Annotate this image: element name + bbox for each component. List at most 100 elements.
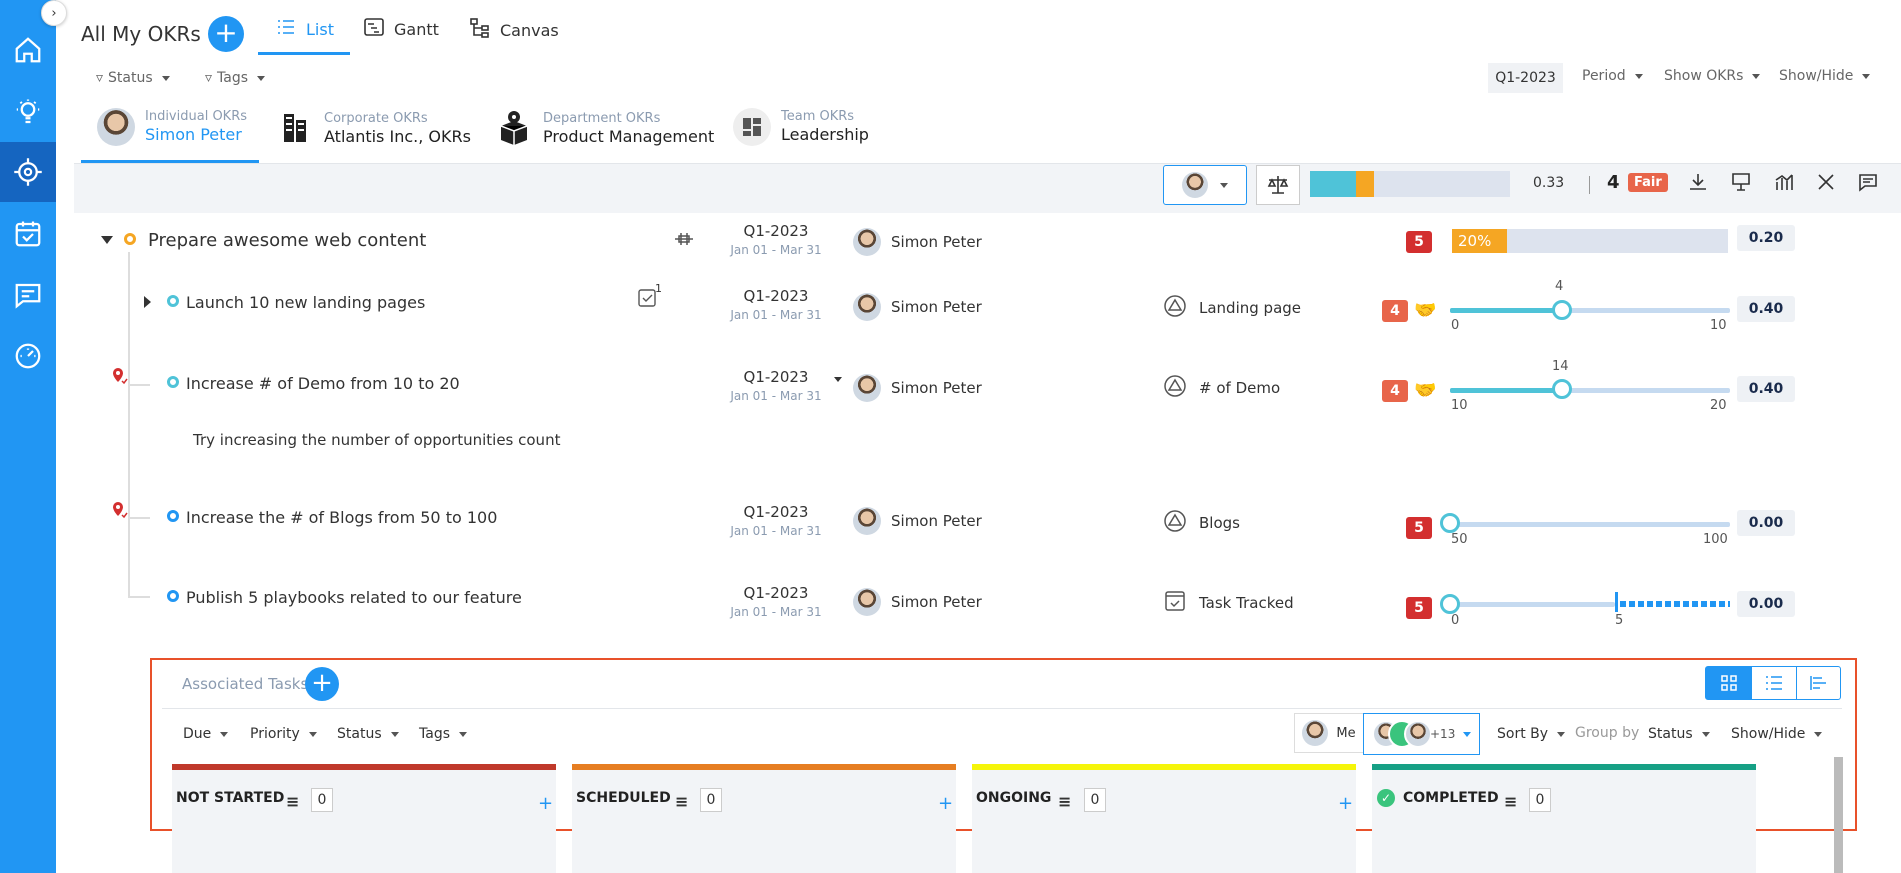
rating-badge: Fair <box>1628 173 1668 192</box>
show-okrs-dropdown[interactable]: Show OKRs <box>1664 68 1761 84</box>
align-icon[interactable] <box>673 228 695 254</box>
add-task-icon[interactable]: + <box>538 793 553 814</box>
sort-icon[interactable]: ≡ <box>286 792 299 811</box>
kr-title[interactable]: Launch 10 new landing pages <box>186 293 425 312</box>
home-icon[interactable] <box>0 20 56 80</box>
period-dropdown[interactable]: Period <box>1582 68 1643 84</box>
kr-title[interactable]: Publish 5 playbooks related to our featu… <box>186 588 522 607</box>
confidence-badge: 5 <box>1406 231 1432 253</box>
kr-title[interactable]: Increase the # of Blogs from 50 to 100 <box>186 508 497 527</box>
chevron-right-icon[interactable]: › <box>41 0 67 26</box>
due-filter[interactable]: Due <box>183 726 229 742</box>
me-filter[interactable]: Me <box>1294 713 1364 753</box>
tree-connector <box>128 252 130 598</box>
tab-canvas[interactable]: Canvas <box>470 18 559 42</box>
collapse-icon[interactable] <box>1816 172 1836 197</box>
chart-icon[interactable] <box>1774 172 1794 197</box>
show-okrs-label: Show OKRs <box>1664 68 1744 84</box>
kr-score: 0.40 <box>1737 376 1795 402</box>
period-value[interactable]: Q1-2023 <box>1488 63 1563 93</box>
gauge-icon[interactable] <box>0 326 56 386</box>
avatar <box>1404 720 1432 748</box>
sort-icon[interactable]: ≡ <box>675 792 688 811</box>
target-icon[interactable] <box>0 142 56 202</box>
kr-title[interactable]: Increase # of Demo from 10 to 20 <box>186 374 460 393</box>
scrollbar[interactable] <box>1834 757 1843 873</box>
kr-slider-knob[interactable] <box>1552 300 1572 320</box>
chat-icon[interactable] <box>0 265 56 325</box>
location-pin-icon[interactable] <box>112 368 128 390</box>
rating-number: 4 <box>1607 172 1620 193</box>
expand-caret[interactable] <box>144 296 151 308</box>
filter-icon: ▿ <box>205 70 213 86</box>
add-task-button[interactable]: + <box>305 667 339 701</box>
tab-gantt[interactable]: Gantt <box>364 18 439 40</box>
list-view-icon[interactable] <box>1751 667 1796 699</box>
assignees-filter[interactable]: +13 <box>1363 713 1480 755</box>
kr-owner[interactable]: Simon Peter <box>853 293 982 321</box>
balance-icon[interactable] <box>1256 165 1300 205</box>
tree-connector <box>130 517 150 519</box>
sort-icon[interactable]: ≡ <box>1504 792 1517 811</box>
owner-filter-dropdown[interactable] <box>1163 165 1247 205</box>
period-caret[interactable] <box>834 377 842 382</box>
task-checklist-icon[interactable]: 1 <box>637 282 663 314</box>
kr-slider-knob[interactable] <box>1552 379 1572 399</box>
tab-list[interactable]: List <box>276 18 334 40</box>
tab-individual-okrs[interactable]: Individual OKRs Simon Peter <box>97 108 247 146</box>
tab-team-okrs[interactable]: Team OKRs Leadership <box>733 108 869 146</box>
add-okr-button[interactable]: + <box>208 16 244 52</box>
grid-view-icon[interactable] <box>1706 667 1751 699</box>
divider <box>162 708 1842 709</box>
gantt-view-icon[interactable] <box>1796 667 1840 699</box>
column-completed <box>1372 770 1756 873</box>
tab-department-okrs[interactable]: Department OKRs Product Management <box>495 108 714 150</box>
tab-main-label: Product Management <box>543 127 715 146</box>
kpi-name: Task Tracked <box>1199 594 1294 612</box>
tags-filter-label: Tags <box>217 70 249 86</box>
location-pin-icon[interactable] <box>112 502 128 524</box>
objective-owner[interactable]: Simon Peter <box>853 228 982 256</box>
lightbulb-icon[interactable] <box>0 82 56 142</box>
column-ongoing <box>972 770 1356 873</box>
avatar <box>853 374 881 402</box>
avatar <box>97 108 135 146</box>
add-task-icon[interactable]: + <box>938 793 953 814</box>
kr-owner[interactable]: Simon Peter <box>853 588 982 616</box>
task-tags-filter[interactable]: Tags <box>419 726 467 742</box>
handshake-icon[interactable]: 🤝 <box>1414 300 1436 321</box>
tab-main-label: Atlantis Inc., OKRs <box>324 127 471 146</box>
status-filter[interactable]: ▿ Status <box>96 70 170 86</box>
objective-progress-fill: 20% <box>1452 229 1507 253</box>
task-count: 1 <box>655 282 662 295</box>
presentation-icon[interactable] <box>1731 172 1751 197</box>
confidence-badge: 5 <box>1406 597 1432 619</box>
objective-title[interactable]: Prepare awesome web content <box>148 230 426 251</box>
kr-owner[interactable]: Simon Peter <box>853 507 982 535</box>
add-task-icon[interactable]: + <box>1338 793 1353 814</box>
download-icon[interactable] <box>1688 172 1708 197</box>
column-title: COMPLETED <box>1403 790 1499 806</box>
kr-owner[interactable]: Simon Peter <box>853 374 982 402</box>
kr-slider-knob[interactable] <box>1440 594 1460 614</box>
column-count: 0 <box>1529 788 1551 812</box>
kr-start-value: 0 <box>1451 613 1460 628</box>
priority-filter[interactable]: Priority <box>250 726 317 742</box>
group-by-dropdown[interactable]: Status <box>1648 726 1710 742</box>
task-status-filter-label: Status <box>337 726 382 742</box>
kpi-name: # of Demo <box>1199 379 1281 397</box>
tab-corporate-okrs[interactable]: Corporate OKRs Atlantis Inc., OKRs <box>276 108 471 150</box>
sort-by-dropdown[interactable]: Sort By <box>1497 726 1566 742</box>
tags-filter[interactable]: ▿ Tags <box>205 70 266 86</box>
show-hide-dropdown[interactable]: Show/Hide <box>1779 68 1871 84</box>
task-status-filter[interactable]: Status <box>337 726 399 742</box>
comment-icon[interactable] <box>1858 172 1878 197</box>
task-show-hide-dropdown[interactable]: Show/Hide <box>1731 726 1823 742</box>
divider <box>1589 176 1590 194</box>
kr-slider-knob[interactable] <box>1440 513 1460 533</box>
handshake-icon[interactable]: 🤝 <box>1414 380 1436 401</box>
calendar-check-icon[interactable] <box>0 204 56 264</box>
collapse-caret[interactable] <box>101 236 113 244</box>
sort-icon[interactable]: ≡ <box>1058 792 1071 811</box>
owner-name: Simon Peter <box>891 593 982 611</box>
